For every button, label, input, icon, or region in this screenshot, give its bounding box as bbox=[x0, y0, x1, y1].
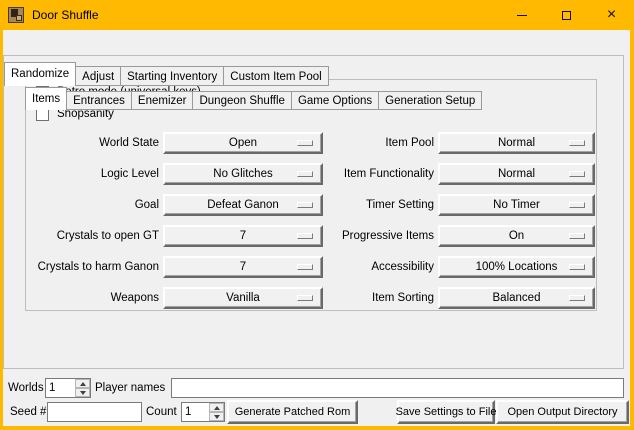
primary-tab-bar: Randomize Adjust Starting Inventory Cust… bbox=[4, 62, 329, 86]
accessibility-value: 100% Locations bbox=[476, 261, 558, 273]
progressive-items-select[interactable]: On bbox=[438, 225, 595, 247]
item-pool-label: Item Pool bbox=[326, 132, 434, 154]
weapons-value: Vanilla bbox=[226, 292, 260, 304]
seed-input[interactable] bbox=[47, 402, 142, 422]
player-names-label: Player names bbox=[95, 381, 165, 395]
seed-label: Seed # bbox=[10, 405, 46, 419]
logic-level-label: Logic Level bbox=[30, 163, 159, 185]
timer-setting-select[interactable]: No Timer bbox=[438, 194, 595, 216]
item-functionality-label: Item Functionality bbox=[326, 163, 434, 185]
logic-level-select[interactable]: No Glitches bbox=[163, 163, 323, 185]
count-label: Count bbox=[146, 405, 177, 419]
tab-adjust[interactable]: Adjust bbox=[75, 66, 121, 86]
crystals-ganon-select[interactable]: 7 bbox=[163, 256, 323, 278]
worlds-label: Worlds bbox=[8, 381, 44, 395]
weapons-label: Weapons bbox=[30, 287, 159, 309]
worlds-input[interactable] bbox=[46, 379, 75, 397]
weapons-select[interactable]: Vanilla bbox=[163, 287, 323, 309]
dropdown-indicator-icon bbox=[569, 264, 585, 270]
maximize-icon bbox=[562, 11, 571, 20]
crystals-ganon-label: Crystals to harm Ganon bbox=[30, 256, 159, 278]
dropdown-indicator-icon bbox=[297, 202, 313, 208]
secondary-tab-bar: Items Entrances Enemizer Dungeon Shuffle… bbox=[25, 87, 482, 110]
door-shuffle-window: Door Shuffle × Randomize Adjust Starting… bbox=[0, 0, 634, 430]
goal-label: Goal bbox=[30, 194, 159, 216]
open-output-directory-button[interactable]: Open Output Directory bbox=[496, 400, 629, 424]
dropdown-indicator-icon bbox=[297, 264, 313, 270]
caption-buttons: × bbox=[499, 0, 634, 30]
crystals-gt-select[interactable]: 7 bbox=[163, 225, 323, 247]
tab-generation-setup[interactable]: Generation Setup bbox=[378, 91, 482, 110]
arrow-up-icon bbox=[80, 382, 86, 386]
dropdown-indicator-icon bbox=[569, 233, 585, 239]
tab-randomize[interactable]: Randomize bbox=[4, 62, 76, 86]
tab-enemizer[interactable]: Enemizer bbox=[131, 91, 194, 110]
dropdown-indicator-icon bbox=[569, 140, 585, 146]
item-sorting-label: Item Sorting bbox=[326, 287, 434, 309]
arrow-down-icon bbox=[80, 391, 86, 395]
dropdown-indicator-icon bbox=[569, 171, 585, 177]
dropdown-indicator-icon bbox=[297, 171, 313, 177]
title-bar[interactable]: Door Shuffle × bbox=[0, 0, 634, 30]
arrow-down-icon bbox=[214, 415, 220, 419]
worlds-spin-up-button[interactable] bbox=[75, 379, 90, 388]
minimize-button[interactable] bbox=[499, 0, 544, 30]
save-settings-button[interactable]: Save Settings to File bbox=[397, 400, 495, 424]
timer-setting-value: No Timer bbox=[493, 199, 540, 211]
dropdown-indicator-icon bbox=[297, 295, 313, 301]
close-button[interactable]: × bbox=[589, 0, 634, 30]
close-icon: × bbox=[607, 7, 616, 23]
item-pool-value: Normal bbox=[498, 137, 535, 149]
arrow-up-icon bbox=[214, 406, 220, 410]
app-door-icon bbox=[8, 7, 24, 23]
worlds-spinner[interactable] bbox=[45, 378, 91, 398]
tab-starting-inventory[interactable]: Starting Inventory bbox=[120, 66, 224, 86]
worlds-spin-down-button[interactable] bbox=[75, 388, 90, 397]
crystals-gt-value: 7 bbox=[240, 230, 246, 242]
goal-value: Defeat Ganon bbox=[207, 199, 279, 211]
client-area: Randomize Adjust Starting Inventory Cust… bbox=[3, 30, 630, 426]
world-state-select[interactable]: Open bbox=[163, 132, 323, 154]
dropdown-indicator-icon bbox=[297, 140, 313, 146]
count-spin-down-button[interactable] bbox=[209, 412, 224, 421]
item-functionality-value: Normal bbox=[498, 168, 535, 180]
items-panel-content: Retro mode (universal keys) Shopsanity W… bbox=[26, 80, 596, 310]
logic-level-value: No Glitches bbox=[213, 168, 272, 180]
item-sorting-select[interactable]: Balanced bbox=[438, 287, 595, 309]
goal-select[interactable]: Defeat Ganon bbox=[163, 194, 323, 216]
count-input[interactable] bbox=[182, 403, 209, 421]
dropdown-indicator-icon bbox=[297, 233, 313, 239]
world-state-value: Open bbox=[229, 137, 257, 149]
accessibility-label: Accessibility bbox=[326, 256, 434, 278]
item-functionality-select[interactable]: Normal bbox=[438, 163, 595, 185]
crystals-gt-label: Crystals to open GT bbox=[30, 225, 159, 247]
tab-custom-item-pool[interactable]: Custom Item Pool bbox=[223, 66, 328, 86]
dropdown-indicator-icon bbox=[569, 295, 585, 301]
accessibility-select[interactable]: 100% Locations bbox=[438, 256, 595, 278]
item-pool-select[interactable]: Normal bbox=[438, 132, 595, 154]
count-spinner[interactable] bbox=[181, 402, 225, 422]
tab-entrances[interactable]: Entrances bbox=[66, 91, 132, 110]
crystals-ganon-value: 7 bbox=[240, 261, 246, 273]
progressive-items-value: On bbox=[509, 230, 524, 242]
count-spin-up-button[interactable] bbox=[209, 403, 224, 412]
progressive-items-label: Progressive Items bbox=[326, 225, 434, 247]
world-state-label: World State bbox=[30, 132, 159, 154]
maximize-button[interactable] bbox=[544, 0, 589, 30]
window-title: Door Shuffle bbox=[32, 8, 99, 22]
item-sorting-value: Balanced bbox=[493, 292, 541, 304]
timer-setting-label: Timer Setting bbox=[326, 194, 434, 216]
tab-dungeon-shuffle[interactable]: Dungeon Shuffle bbox=[192, 91, 291, 110]
minimize-icon bbox=[517, 15, 527, 16]
tab-items[interactable]: Items bbox=[25, 87, 67, 110]
dropdown-indicator-icon bbox=[569, 202, 585, 208]
generate-patched-rom-button[interactable]: Generate Patched Rom bbox=[227, 400, 358, 424]
player-names-input[interactable] bbox=[171, 378, 624, 398]
tab-game-options[interactable]: Game Options bbox=[291, 91, 379, 110]
